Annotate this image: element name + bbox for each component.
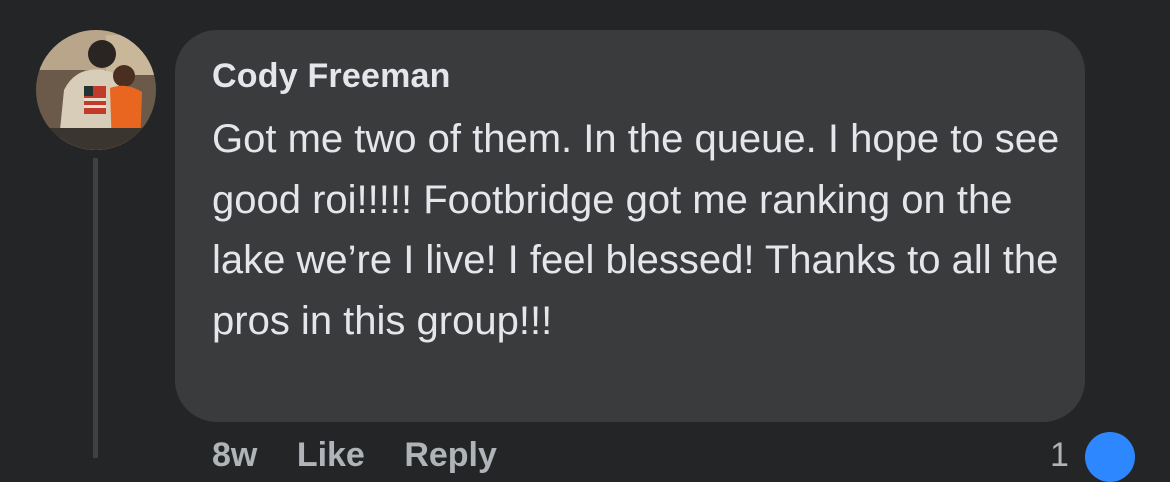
thread-line xyxy=(93,158,98,458)
thumbs-up-icon xyxy=(1085,432,1135,482)
author-avatar[interactable] xyxy=(36,30,156,150)
comment-bubble: Cody Freeman Got me two of them. In the … xyxy=(175,30,1085,422)
comment-time[interactable]: 8w xyxy=(212,436,257,475)
reaction-count[interactable]: 1 xyxy=(1050,436,1069,475)
reply-button[interactable]: Reply xyxy=(404,436,497,475)
avatar-photo xyxy=(36,30,156,150)
comment-actions: 8w Like Reply xyxy=(212,436,527,475)
comment-text: Got me two of them. In the queue. I hope… xyxy=(212,117,1060,343)
like-button[interactable]: Like xyxy=(297,436,365,475)
author-name[interactable]: Cody Freeman xyxy=(212,56,1049,96)
